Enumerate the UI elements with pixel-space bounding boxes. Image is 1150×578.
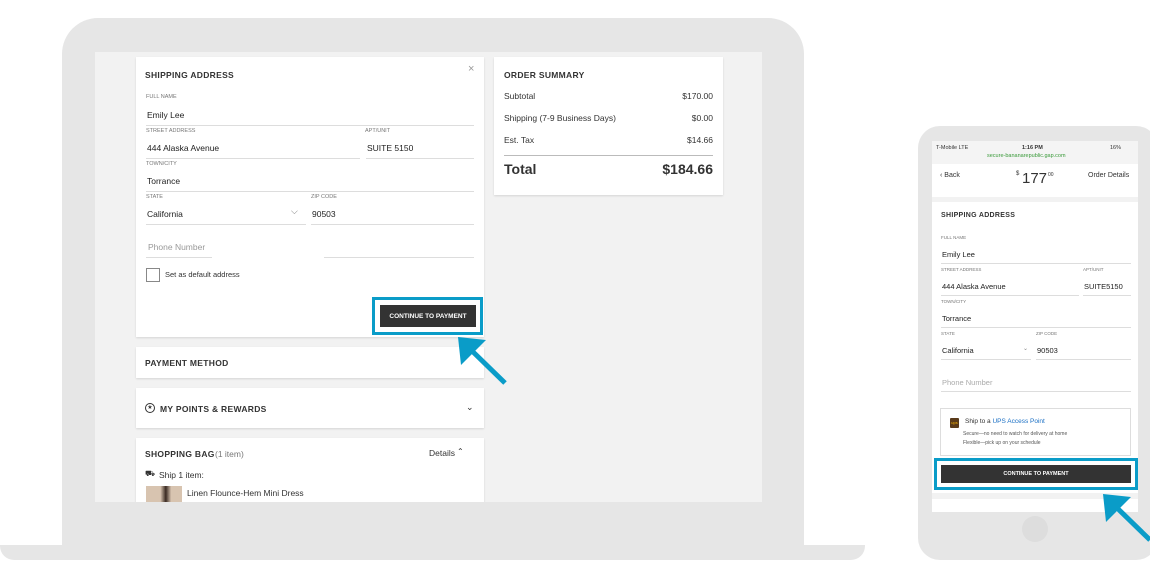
arrow-annotations: [458, 337, 1150, 542]
phone-arrow-icon: [1103, 494, 1150, 542]
laptop-arrow-icon: [458, 337, 507, 385]
